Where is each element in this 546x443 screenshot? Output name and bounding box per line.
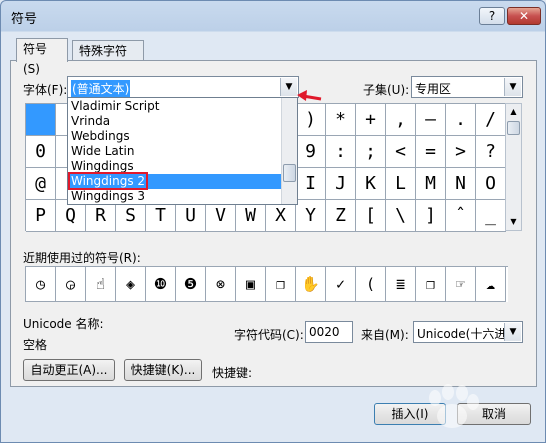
symbol-cell[interactable]: M	[416, 168, 446, 200]
shortcut-key-label: 快捷键:	[212, 366, 253, 380]
clock-icon[interactable]: ◷	[26, 267, 56, 302]
symbol-cell[interactable]: ,	[386, 104, 416, 136]
unicode-name-value: 空格	[23, 338, 48, 352]
red-arrow-annotation-icon	[297, 90, 322, 101]
subset-label: 子集(U):	[363, 83, 410, 97]
symbol-cell[interactable]: ˆ	[446, 200, 476, 232]
raised-hand-icon[interactable]: ✋	[296, 267, 326, 302]
title-bar: 符号 ? ✕	[1, 1, 545, 31]
symbol-cell[interactable]: P	[26, 200, 56, 232]
subset-select[interactable]: 专用区 ▼	[411, 76, 523, 98]
square-frame-icon[interactable]: ▣	[236, 267, 266, 302]
number-10-icon[interactable]: ❿	[146, 267, 176, 302]
chevron-down-icon[interactable]: ▼	[280, 78, 297, 96]
char-code-label: 字符代码(C):	[234, 328, 304, 342]
symbol-cell[interactable]: ;	[356, 136, 386, 168]
subset-select-value: 专用区	[415, 82, 452, 96]
scroll-thumb[interactable]	[283, 164, 296, 182]
symbol-cell[interactable]: Y	[296, 200, 326, 232]
symbol-dialog: 符号 ? ✕ 符号(S) 特殊字符(P) 字体(F): (普通文本) ▼ 子集(…	[0, 0, 546, 443]
watermark-paw-icon	[429, 384, 479, 428]
char-code-input[interactable]: 0020	[305, 321, 353, 343]
symbol-cell[interactable]: I	[296, 168, 326, 200]
symbol-cell[interactable]: J	[326, 168, 356, 200]
font-option[interactable]: Vrinda	[68, 114, 281, 129]
symbol-cell[interactable]: \	[386, 200, 416, 232]
font-option[interactable]: Vladimir Script	[68, 99, 281, 114]
unicode-name-label: Unicode 名称:	[23, 317, 104, 331]
stacked-pages-icon[interactable]: ❐	[266, 267, 296, 302]
symbol-cell[interactable]: [	[356, 200, 386, 232]
symbol-cell[interactable]: _	[476, 200, 506, 232]
highlight-annotation-box	[68, 172, 148, 190]
list-icon[interactable]: ≣	[386, 267, 416, 302]
symbol-cell[interactable]: Z	[326, 200, 356, 232]
circled-x-icon[interactable]: ⊗	[206, 267, 236, 302]
shortcut-key-button[interactable]: 快捷键(K)...	[124, 359, 202, 381]
symbol-cell[interactable]: *	[326, 104, 356, 136]
font-label: 字体(F):	[23, 83, 68, 97]
symbol-cell[interactable]: =	[416, 136, 446, 168]
help-button[interactable]: ?	[479, 7, 505, 25]
font-option[interactable]: Wide Latin	[68, 144, 281, 159]
hand-pointer-icon[interactable]: ☝	[86, 267, 116, 302]
autocorrect-button[interactable]: 自动更正(A)...	[23, 359, 115, 381]
cloud-hand-icon[interactable]: ☁	[476, 267, 506, 302]
checkmark-icon[interactable]: ✓	[326, 267, 356, 302]
symbol-cell[interactable]: 0	[26, 136, 56, 168]
symbol-cell[interactable]	[26, 104, 56, 136]
font-dropdown-scrollbar[interactable]	[281, 98, 297, 204]
symbol-cell[interactable]: )	[296, 104, 326, 136]
stacked-pages-icon[interactable]: ❐	[416, 267, 446, 302]
symbol-cell[interactable]: N	[446, 168, 476, 200]
clock-icon[interactable]: ◶	[56, 267, 86, 302]
chevron-down-icon[interactable]: ▼	[504, 78, 521, 96]
symbol-cell[interactable]: ?	[476, 136, 506, 168]
symbol-cell[interactable]: :	[326, 136, 356, 168]
symbol-cell[interactable]: >	[446, 136, 476, 168]
symbol-grid-scrollbar[interactable]: ▲ ▼	[505, 103, 522, 231]
tab-symbols[interactable]: 符号(S)	[16, 38, 68, 76]
diamond-target-icon[interactable]: ◈	[116, 267, 146, 302]
paren-icon[interactable]: (	[356, 267, 386, 302]
from-select[interactable]: Unicode(十六进 ▼	[413, 321, 523, 343]
chevron-down-icon[interactable]: ▼	[504, 323, 521, 341]
scroll-down-icon[interactable]: ▼	[506, 214, 521, 230]
symbol-cell[interactable]: K	[356, 168, 386, 200]
recent-symbols-grid: ◷ ◶ ☝ ◈ ❿ ❺ ⊗ ▣ ❐ ✋ ✓(≣ ❐ ☞ ☁	[25, 266, 508, 302]
symbol-cell[interactable]: ]	[416, 200, 446, 232]
font-option[interactable]: Webdings	[68, 129, 281, 144]
from-select-value: Unicode(十六进	[417, 327, 507, 341]
symbol-cell[interactable]: –	[416, 104, 446, 136]
tab-special-characters[interactable]: 特殊字符(P)	[72, 40, 144, 78]
symbol-cell[interactable]: .	[446, 104, 476, 136]
symbol-cell[interactable]: O	[476, 168, 506, 200]
symbol-cell[interactable]: L	[386, 168, 416, 200]
symbol-cell[interactable]: +	[356, 104, 386, 136]
pointer-folder-icon[interactable]: ☞	[446, 267, 476, 302]
dialog-title: 符号	[11, 12, 38, 27]
from-label: 来自(M):	[361, 328, 409, 342]
scroll-thumb[interactable]	[507, 121, 520, 135]
font-select[interactable]: (普通文本) ▼	[67, 76, 299, 98]
symbol-cell[interactable]: <	[386, 136, 416, 168]
symbol-cell[interactable]: 9	[296, 136, 326, 168]
recent-symbols-label: 近期使用过的符号(R):	[23, 251, 141, 265]
symbol-cell[interactable]: /	[476, 104, 506, 136]
symbol-cell[interactable]: @	[26, 168, 56, 200]
scroll-up-icon[interactable]: ▲	[506, 104, 521, 120]
font-select-value: (普通文本)	[71, 80, 131, 97]
font-option[interactable]: Wingdings 3	[68, 189, 281, 204]
close-button[interactable]: ✕	[507, 7, 541, 25]
number-5-icon[interactable]: ❺	[176, 267, 206, 302]
